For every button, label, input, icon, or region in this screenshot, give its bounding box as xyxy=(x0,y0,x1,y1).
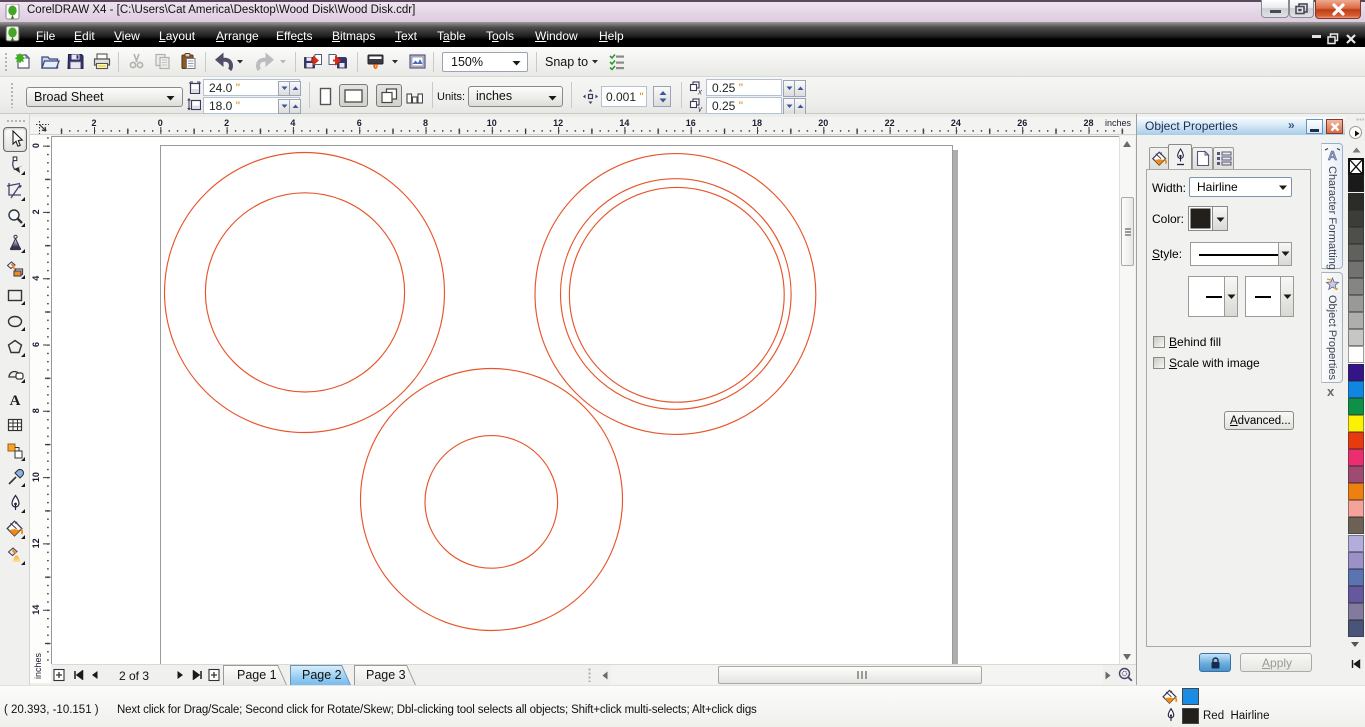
svg-text:2: 2 xyxy=(31,209,41,214)
svg-text:2: 2 xyxy=(91,118,96,128)
svg-text:0: 0 xyxy=(158,118,163,128)
svg-text:x: x xyxy=(697,88,703,96)
svg-text:y: y xyxy=(697,105,703,113)
svg-text:0: 0 xyxy=(31,143,41,148)
svg-text:inches: inches xyxy=(33,652,43,679)
svg-text:A: A xyxy=(1328,148,1338,163)
svg-text:28: 28 xyxy=(1083,118,1093,128)
svg-text:A: A xyxy=(10,393,21,409)
svg-text:12: 12 xyxy=(553,118,563,128)
svg-text:10: 10 xyxy=(487,118,497,128)
svg-text:20: 20 xyxy=(818,118,828,128)
svg-text:16: 16 xyxy=(686,118,696,128)
svg-text:22: 22 xyxy=(885,118,895,128)
svg-text:24: 24 xyxy=(951,118,961,128)
svg-text:26: 26 xyxy=(1017,118,1027,128)
svg-text:6: 6 xyxy=(31,342,41,347)
svg-text:4: 4 xyxy=(31,276,41,281)
svg-text:2: 2 xyxy=(224,118,229,128)
svg-text:14: 14 xyxy=(31,605,41,615)
svg-text:12: 12 xyxy=(31,538,41,548)
svg-text:8: 8 xyxy=(31,408,41,413)
svg-text:4: 4 xyxy=(290,118,295,128)
svg-text:10: 10 xyxy=(31,472,41,482)
svg-text:6: 6 xyxy=(357,118,362,128)
svg-text:18: 18 xyxy=(752,118,762,128)
svg-text:14: 14 xyxy=(619,118,629,128)
svg-text:inches: inches xyxy=(1105,118,1132,128)
svg-text:8: 8 xyxy=(423,118,428,128)
